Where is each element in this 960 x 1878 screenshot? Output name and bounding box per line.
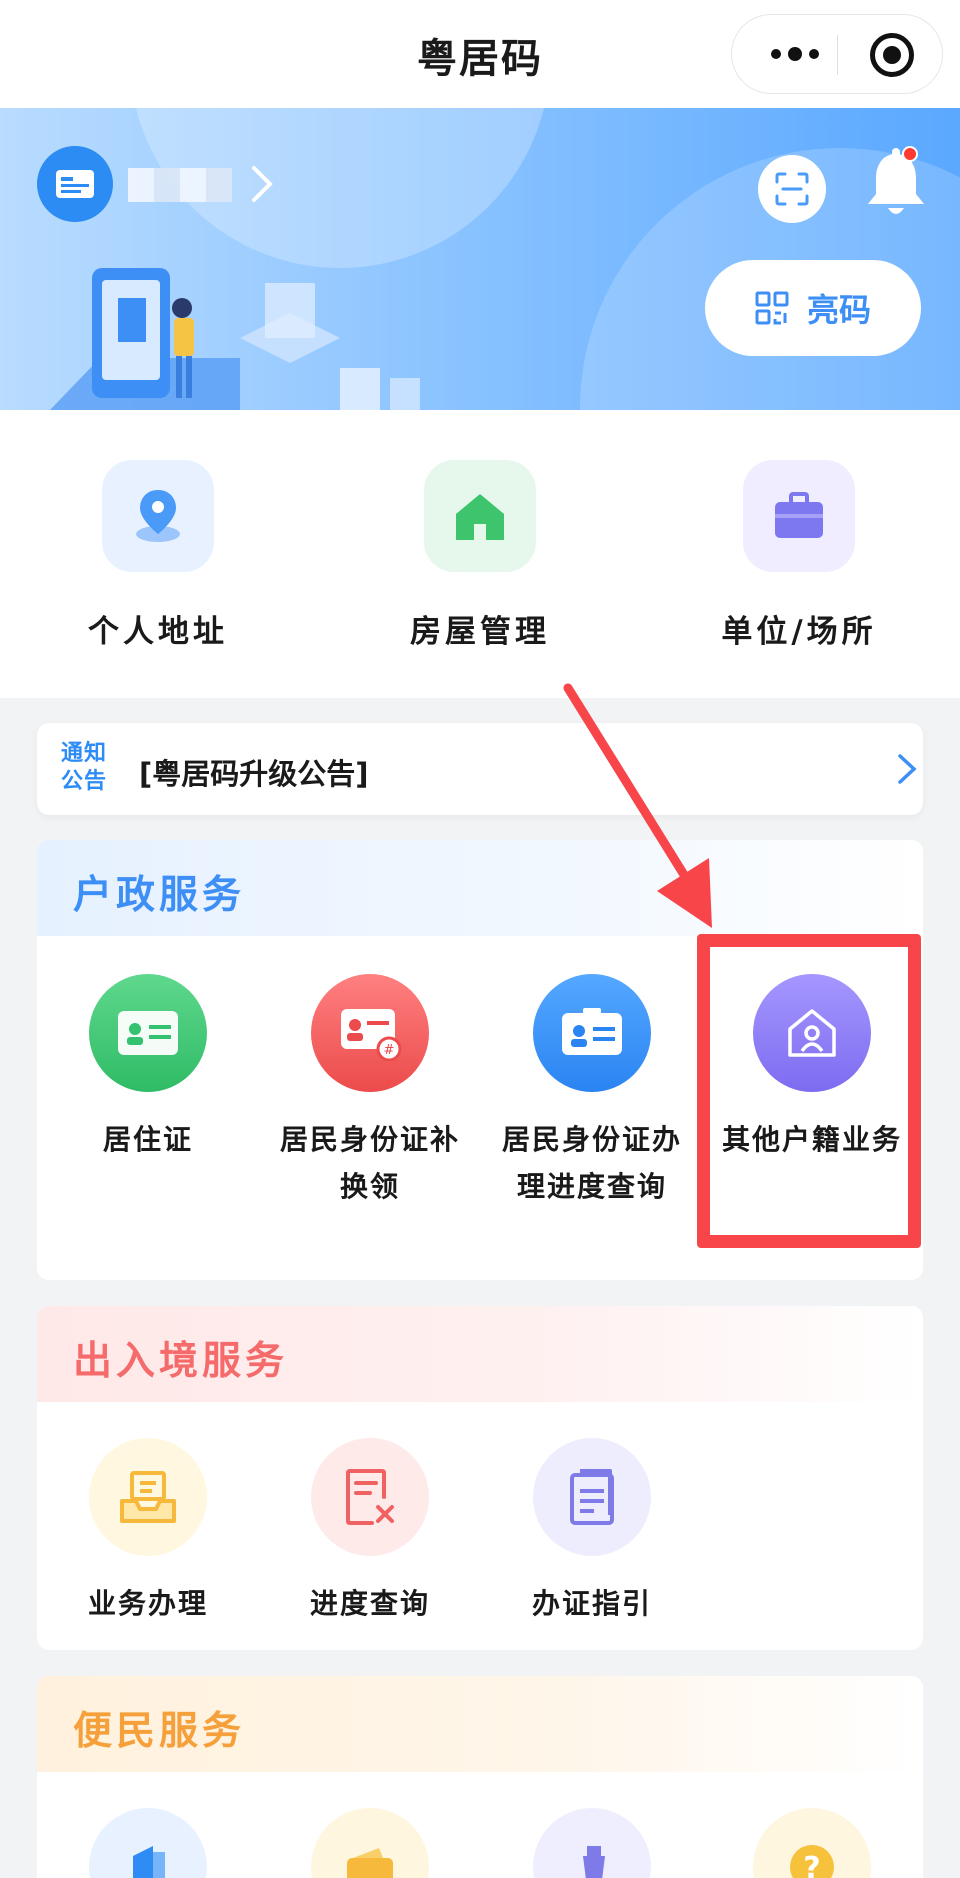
wallet-icon (311, 1808, 429, 1878)
convenience-services-card: 便民服务 ? (37, 1676, 923, 1878)
service-label: 居民身份证办理进度查询 (501, 1123, 682, 1203)
more-dots-icon[interactable] (760, 39, 830, 69)
quick-action-house-management[interactable]: 房屋管理 (370, 460, 590, 651)
service-label: 业务办理 (87, 1587, 208, 1620)
id-card-replace-icon: # (311, 974, 429, 1092)
bottle-icon (533, 1808, 651, 1878)
service-residence-permit[interactable]: 居住证 (37, 974, 259, 1163)
residence-card-icon (89, 974, 207, 1092)
svg-text:?: ? (803, 1851, 820, 1878)
document-x-icon (311, 1438, 429, 1556)
service-convenience-2[interactable] (259, 1808, 481, 1878)
service-convenience-3[interactable] (481, 1808, 703, 1878)
border-services-card: 出入境服务 业务办理 进度查询 办证指引 (37, 1306, 923, 1650)
capsule-divider (837, 35, 838, 75)
service-id-card-progress[interactable]: 居民身份证办理进度查询 (481, 974, 703, 1210)
chevron-right-icon (898, 754, 917, 784)
quick-action-label: 单位/场所 (721, 614, 877, 650)
house-icon (424, 460, 536, 572)
notification-dot (902, 146, 918, 162)
chevron-right-icon[interactable] (250, 164, 274, 204)
service-business-handling[interactable]: 业务办理 (37, 1438, 259, 1627)
top-bar: 粤居码 (0, 0, 960, 108)
quick-action-label: 房屋管理 (410, 614, 550, 650)
briefcase-icon (743, 460, 855, 572)
svg-text:#: # (384, 1043, 395, 1058)
notice-bar[interactable]: 通知 公告 [粤居码升级公告] (37, 723, 923, 815)
inbox-tray-icon (89, 1438, 207, 1556)
show-code-label: 亮码 (806, 291, 871, 329)
service-id-card-replace[interactable]: # 居民身份证补换领 (259, 974, 481, 1210)
question-icon: ? (753, 1808, 871, 1878)
service-certificate-guide[interactable]: 办证指引 (481, 1438, 703, 1627)
show-code-button[interactable]: 亮码 (705, 260, 921, 356)
book-icon (89, 1808, 207, 1878)
quick-action-label: 个人地址 (88, 614, 228, 650)
section-title: 出入境服务 (73, 1339, 289, 1384)
id-card-progress-icon (533, 974, 651, 1092)
mini-program-capsule (731, 14, 943, 94)
section-header: 户政服务 (37, 840, 923, 936)
notice-tag: 通知 公告 (61, 741, 108, 794)
id-card-icon[interactable] (37, 146, 113, 222)
bell-icon[interactable] (864, 148, 928, 220)
section-header: 出入境服务 (37, 1306, 923, 1402)
quick-action-personal-address[interactable]: 个人地址 (48, 460, 268, 651)
document-list-icon (533, 1438, 651, 1556)
service-label: 进度查询 (309, 1587, 430, 1620)
user-name[interactable] (128, 168, 232, 202)
service-convenience-1[interactable] (37, 1808, 259, 1878)
notice-text: [粤居码升级公告] (139, 757, 369, 791)
banner-illustration (50, 268, 420, 410)
quick-action-unit-venue[interactable]: 单位/场所 (689, 460, 909, 651)
service-label: 居民身份证补换领 (279, 1123, 460, 1203)
target-icon[interactable] (870, 33, 914, 77)
header-banner: 亮码 (0, 108, 960, 410)
section-header: 便民服务 (37, 1676, 923, 1772)
service-label: 居住证 (102, 1123, 193, 1156)
highlight-box (697, 934, 921, 1248)
quick-actions: 个人地址 房屋管理 单位/场所 (0, 410, 960, 698)
section-title: 便民服务 (73, 1709, 246, 1754)
scan-icon[interactable] (758, 155, 826, 223)
qr-code-icon (755, 291, 789, 325)
service-progress-query[interactable]: 进度查询 (259, 1438, 481, 1627)
location-pin-icon (102, 460, 214, 572)
service-label: 办证指引 (531, 1587, 652, 1620)
section-title: 户政服务 (73, 873, 246, 918)
service-convenience-4[interactable]: ? (701, 1808, 923, 1878)
